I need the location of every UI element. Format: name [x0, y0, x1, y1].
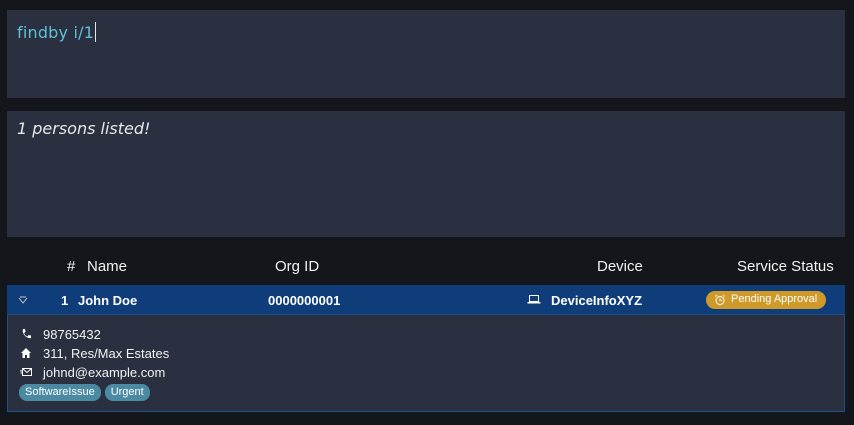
email-icon [20, 366, 32, 378]
header-service-status: Service Status [737, 258, 834, 275]
command-input-text[interactable]: findby i/1 [17, 23, 94, 42]
home-icon [20, 347, 32, 359]
header-device: Device [597, 258, 643, 275]
row-details-panel: 98765432 311, Res/Max Estates johnd@exam… [7, 314, 845, 412]
row-index: 1 [61, 293, 69, 308]
table-row[interactable]: 1 John Doe 0000000001 DeviceInfoXYZ Pend… [7, 285, 845, 314]
status-badge: Pending Approval [706, 291, 826, 309]
alarm-clock-icon [714, 294, 726, 306]
header-index: # [67, 258, 76, 275]
chevron-down-icon[interactable] [17, 294, 29, 306]
laptop-icon [527, 293, 541, 305]
address-text: 311, Res/Max Estates [43, 346, 170, 361]
header-org-id: Org ID [275, 258, 320, 275]
result-display: 1 persons listed! [7, 111, 845, 237]
row-name: John Doe [78, 293, 138, 308]
tag-badge: Urgent [104, 384, 150, 401]
tag-badge: SoftwareIssue [19, 384, 101, 401]
command-box[interactable]: findby i/1 [7, 10, 845, 98]
phone-text: 98765432 [43, 327, 101, 342]
status-label: Pending Approval [731, 293, 818, 305]
row-org-id: 0000000001 [268, 293, 341, 308]
tag-list: SoftwareIssue Urgent [19, 383, 154, 401]
phone-icon [20, 328, 32, 340]
text-caret [95, 22, 97, 42]
row-device: DeviceInfoXYZ [551, 293, 643, 308]
result-message: 1 persons listed! [17, 119, 151, 138]
email-text: johnd@example.com [43, 365, 166, 380]
header-name: Name [87, 258, 128, 275]
table-header: # Name Org ID Device Service Status [7, 250, 845, 282]
